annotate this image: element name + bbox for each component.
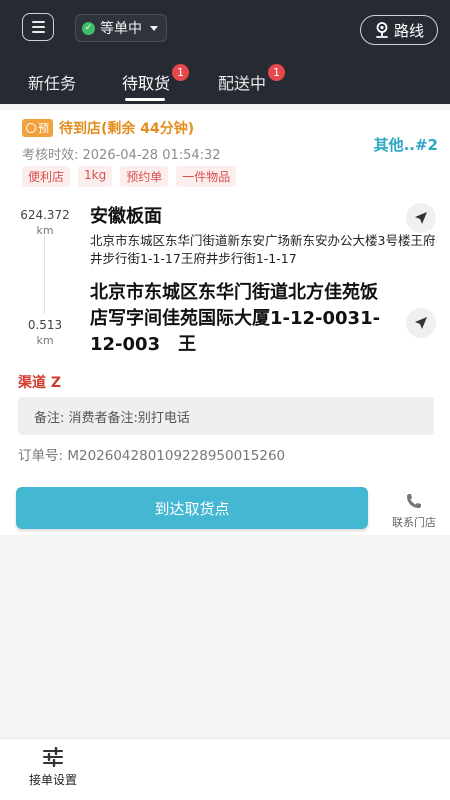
phone-icon: [407, 494, 421, 508]
wait-status: 预 待到店(剩余 44分钟): [22, 118, 194, 138]
bottom-bar: 接单设置: [0, 738, 450, 800]
active-tab-indicator: [125, 98, 165, 101]
shop-name: 安徽板面: [90, 206, 162, 227]
location-pin-icon: [376, 22, 388, 38]
arrive-pickup-button[interactable]: 到达取货点: [16, 487, 368, 529]
customer-navigate-button[interactable]: [406, 308, 436, 338]
order-tags: 便利店 1kg 预约单 一件物品: [22, 166, 237, 187]
wait-text: 待到店(剩余 44分钟): [59, 121, 195, 137]
shop-address: 北京市东城区东华门街道新东安广场新东安办公大楼3号楼王府井步行街1-1-17王府…: [90, 233, 436, 266]
customer-address: 北京市东城区东华门街道北方佳苑饭店写字间佳苑国际大厦1-12-0031-12-0…: [90, 282, 381, 355]
top-header: ✓ 等单中 路线 新任务 待取货 1 配送中 1: [0, 0, 450, 104]
menu-icon: [31, 21, 45, 23]
customer-distance: 0.513 km: [27, 318, 63, 347]
shop-distance: 624.372 km: [20, 208, 70, 237]
route-button[interactable]: 路线: [360, 15, 438, 45]
order-settings-label: 接单设置: [28, 773, 77, 787]
reservation-tag: 预: [22, 119, 53, 137]
sliders-icon: [43, 747, 63, 767]
navigation-arrow-icon: [415, 212, 427, 224]
order-settings-button[interactable]: 接单设置: [22, 747, 84, 788]
channel-label: 渠道 Z: [18, 375, 62, 391]
check-circle-icon: ✓: [82, 21, 95, 35]
navigation-arrow-icon: [415, 317, 427, 329]
work-status-label: 等单中: [100, 21, 142, 37]
tab-pending-pickup[interactable]: 待取货 1: [122, 64, 189, 94]
order-number: 订单号: M202604280109228950015260: [18, 448, 286, 464]
shop-navigate-button[interactable]: [406, 203, 436, 233]
clock-icon: [26, 123, 36, 133]
order-tag: 便利店: [22, 166, 71, 187]
tab-delivering[interactable]: 配送中 1: [218, 64, 285, 94]
order-tabs: 新任务 待取货 1 配送中 1: [0, 62, 450, 104]
route-line: [44, 236, 45, 314]
delivering-badge: 1: [268, 64, 285, 81]
order-card[interactable]: 预 待到店(剩余 44分钟) 其他..#2 考核时效: 2026-04-28 0…: [0, 110, 450, 535]
order-tag: 1kg: [78, 166, 113, 187]
tab-new-task[interactable]: 新任务: [28, 70, 76, 94]
route-label: 路线: [393, 21, 424, 40]
audit-deadline: 考核时效: 2026-04-28 01:54:32: [22, 148, 221, 163]
order-tag: 预约单: [120, 166, 169, 187]
pending-pickup-badge: 1: [172, 64, 189, 81]
order-tag: 一件物品: [176, 166, 237, 187]
contact-store-label: 联系门店: [392, 516, 436, 529]
work-status-dropdown[interactable]: ✓ 等单中: [75, 14, 167, 42]
caret-down-icon: [150, 25, 158, 31]
remark-box: 备注: 消费者备注:别打电话: [18, 397, 434, 435]
contact-store-button[interactable]: 联系门店: [386, 492, 442, 530]
menu-button[interactable]: [22, 13, 54, 41]
other-orders-link[interactable]: 其他..#2: [374, 134, 438, 155]
